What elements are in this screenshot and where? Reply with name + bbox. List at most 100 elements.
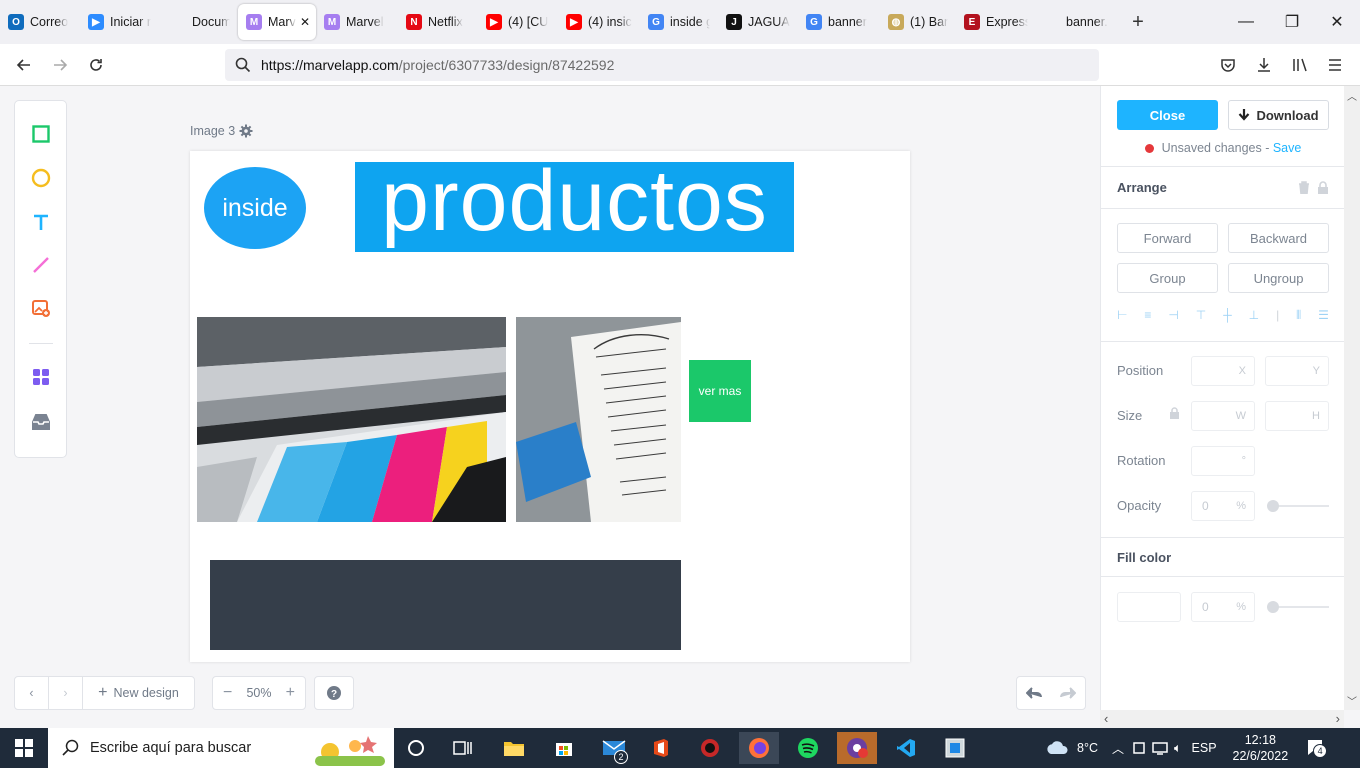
cortana-icon[interactable]	[396, 732, 436, 764]
browser-tab[interactable]: Ginside g	[640, 4, 718, 40]
vertical-scrollbar[interactable]: ︿ ﹀	[1344, 86, 1360, 710]
minimize-button[interactable]: —	[1223, 0, 1269, 44]
browser-tab[interactable]: J JAGUAI	[718, 4, 798, 40]
browser-tab[interactable]: M Marvel	[316, 4, 398, 40]
virtualbox-icon[interactable]	[935, 732, 975, 764]
ver-mas-button[interactable]: ver mas	[689, 360, 751, 422]
microsoft-store-icon[interactable]	[544, 732, 584, 764]
scroll-right-icon[interactable]: ›	[1336, 711, 1340, 726]
rectangle-tool-icon[interactable]	[27, 120, 55, 148]
image-tool-icon[interactable]	[27, 294, 55, 322]
weather-temp[interactable]: 8°C	[1077, 741, 1098, 755]
align-bottom-icon[interactable]: ⊥	[1249, 308, 1259, 323]
file-explorer-icon[interactable]	[494, 732, 534, 764]
fill-opacity-slider-knob[interactable]	[1267, 601, 1279, 613]
redo-icon[interactable]	[1051, 677, 1085, 709]
chevron-up-icon[interactable]: ︿	[1112, 740, 1124, 757]
forward-button[interactable]: Forward	[1117, 223, 1218, 253]
printer-photo[interactable]	[197, 317, 506, 522]
back-icon[interactable]	[10, 52, 38, 78]
ellipse-tool-icon[interactable]	[27, 164, 55, 192]
language-indicator[interactable]: ESP	[1192, 741, 1217, 755]
close-button[interactable]: Close	[1117, 100, 1218, 130]
browser-tab[interactable]: ▶ Iniciar r	[80, 4, 162, 40]
fill-opacity-input[interactable]: 0%	[1191, 592, 1255, 622]
browser-tab[interactable]: banner.web	[1036, 4, 1116, 40]
opacity-input[interactable]: 0%	[1191, 491, 1255, 521]
firefox-icon[interactable]	[739, 732, 779, 764]
business-card-photo[interactable]	[516, 317, 681, 522]
fill-opacity-slider[interactable]	[1267, 601, 1329, 613]
zoom-level[interactable]: 50%	[242, 677, 275, 709]
browser-tab[interactable]: ▶ (4) [CU	[478, 4, 558, 40]
ungroup-button[interactable]: Ungroup	[1228, 263, 1329, 293]
width-input[interactable]: W	[1191, 401, 1255, 431]
align-right-icon[interactable]: ⊣	[1168, 308, 1178, 323]
url-bar[interactable]: https://marvelapp.com/project/6307733/de…	[225, 49, 1099, 81]
chrome-badge-icon[interactable]	[837, 732, 877, 764]
prev-design-icon[interactable]: ‹	[15, 677, 49, 709]
network-icon[interactable]	[1152, 741, 1168, 755]
position-x-input[interactable]: X	[1191, 356, 1255, 386]
spotify-icon[interactable]	[788, 732, 828, 764]
lock-icon[interactable]	[1317, 181, 1329, 194]
new-tab-icon[interactable]: +	[1126, 11, 1150, 34]
taskbar-search[interactable]: Escribe aquí para buscar	[48, 728, 394, 768]
zoom-in-icon[interactable]: +	[276, 677, 305, 709]
scroll-left-icon[interactable]: ‹	[1104, 711, 1108, 726]
office-icon[interactable]	[641, 732, 681, 764]
align-center-v-icon[interactable]: ┼	[1223, 308, 1232, 323]
distribute-v-icon[interactable]: ☰	[1318, 308, 1329, 323]
task-view-icon[interactable]	[443, 732, 483, 764]
browser-tab[interactable]: Documenta	[162, 4, 238, 40]
productos-headline[interactable]: productos	[355, 156, 794, 252]
download-icon[interactable]	[1251, 52, 1277, 78]
scroll-up-icon[interactable]: ︿	[1347, 88, 1357, 103]
onedrive-icon[interactable]	[1132, 741, 1146, 755]
help-button[interactable]: ?	[314, 676, 354, 710]
windows-start-icon[interactable]	[4, 732, 44, 764]
position-y-input[interactable]: Y	[1265, 356, 1329, 386]
distribute-h-icon[interactable]: ⫴	[1296, 308, 1301, 323]
clock[interactable]: 12:18 22/6/2022	[1233, 732, 1289, 764]
inside-ellipse[interactable]: inside	[204, 167, 306, 249]
browser-tab[interactable]: E Express	[956, 4, 1036, 40]
next-design-icon[interactable]: ›	[49, 677, 83, 709]
gear-icon[interactable]	[239, 124, 253, 138]
zoom-out-icon[interactable]: −	[213, 677, 242, 709]
align-left-icon[interactable]: ⊢	[1117, 308, 1127, 323]
opacity-slider-knob[interactable]	[1267, 500, 1279, 512]
browser-tab[interactable]: ◍ (1) Ban	[880, 4, 956, 40]
rotation-input[interactable]: °	[1191, 446, 1255, 476]
reload-icon[interactable]	[82, 52, 110, 78]
maximize-button[interactable]: ❐	[1269, 0, 1315, 44]
browser-tab[interactable]: ▶ (4) insic	[558, 4, 640, 40]
notifications-icon[interactable]: 4	[1306, 738, 1328, 759]
download-button[interactable]: Download	[1228, 100, 1329, 130]
browser-tab[interactable]: M Marv ✕	[238, 4, 316, 40]
opacity-slider[interactable]	[1267, 500, 1329, 512]
components-tool-icon[interactable]	[27, 363, 55, 391]
backward-button[interactable]: Backward	[1228, 223, 1329, 253]
game-app-icon[interactable]	[690, 732, 730, 764]
mail-icon[interactable]: 2	[594, 732, 634, 764]
browser-tab[interactable]: Gbanner	[798, 4, 880, 40]
aspect-lock-icon[interactable]	[1169, 407, 1180, 419]
menu-icon[interactable]	[1322, 52, 1348, 78]
library-icon[interactable]	[1287, 52, 1313, 78]
vscode-icon[interactable]	[886, 732, 926, 764]
height-input[interactable]: H	[1265, 401, 1329, 431]
volume-icon[interactable]: 🔈︎	[1174, 741, 1182, 756]
save-link[interactable]: Save	[1273, 141, 1302, 155]
line-tool-icon[interactable]	[27, 251, 55, 279]
forward-icon[interactable]	[46, 52, 74, 78]
align-top-icon[interactable]: ⊤	[1196, 308, 1206, 323]
pocket-icon[interactable]	[1215, 52, 1241, 78]
align-center-h-icon[interactable]: ≡	[1144, 308, 1151, 323]
artboard-label[interactable]: Image 3	[190, 124, 253, 138]
trash-icon[interactable]	[1298, 181, 1310, 194]
browser-tab[interactable]: O Correo	[0, 4, 80, 40]
group-button[interactable]: Group	[1117, 263, 1218, 293]
new-design-button[interactable]: + New design	[83, 677, 194, 709]
design-canvas[interactable]: inside productos ver mas	[190, 151, 910, 662]
